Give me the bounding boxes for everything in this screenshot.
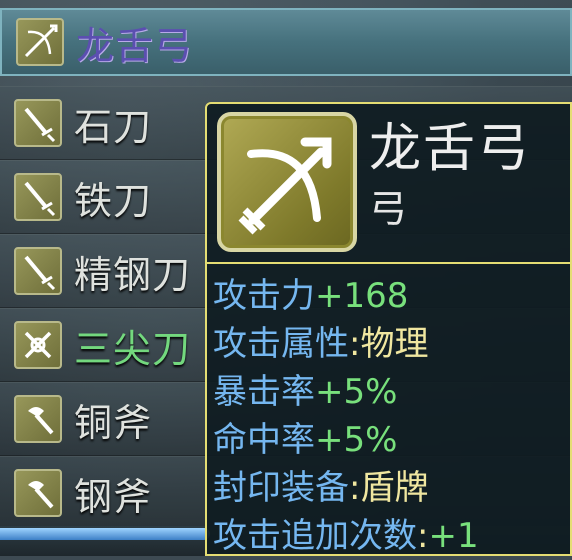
item-name: 石刀 (74, 104, 153, 149)
stat-row-extra-attacks: 攻击追加次数:+1 (213, 512, 572, 560)
stat-key: 命中率 (213, 420, 315, 460)
sword-icon (14, 247, 62, 295)
item-name: 铜斧 (74, 400, 153, 445)
axe-icon (14, 395, 62, 443)
stat-separator: : (349, 468, 361, 508)
trident-icon (14, 321, 62, 369)
stat-value: +168 (315, 276, 409, 316)
stat-value: 盾牌 (360, 468, 429, 508)
axe-icon (14, 469, 62, 517)
stat-list: 攻击力+168 攻击属性:物理 暴击率+5% 命中率+5% 封印装备:盾牌 攻击… (213, 272, 572, 560)
scroll-thumb[interactable] (0, 528, 210, 540)
sword-icon (14, 99, 62, 147)
stat-separator: : (417, 516, 429, 556)
stat-row-seal-equipment: 封印装备:盾牌 (213, 464, 572, 512)
item-name: 精钢刀 (74, 252, 192, 297)
stat-value: +5% (315, 372, 398, 412)
tooltip-title: 龙舌弓 (369, 119, 532, 179)
item-name: 龙舌弓 (76, 23, 194, 68)
tooltip-header: 龙舌弓 弓 (207, 104, 572, 264)
stat-row-crit-rate: 暴击率+5% (213, 368, 572, 416)
stat-row-attack-attribute: 攻击属性:物理 (213, 320, 572, 368)
stat-row-attack: 攻击力+168 (213, 272, 572, 320)
stat-key: 暴击率 (213, 372, 315, 412)
bow-icon (217, 112, 357, 252)
item-name: 钢斧 (74, 474, 153, 519)
list-item-dragon-tongue-bow[interactable]: 龙舌弓 (0, 8, 572, 76)
stat-value: +1 (428, 516, 479, 556)
stat-key: 攻击属性 (213, 324, 349, 364)
stat-value: 物理 (360, 324, 429, 364)
item-name: 铁刀 (74, 178, 153, 223)
stat-row-hit-rate: 命中率+5% (213, 416, 572, 464)
stat-separator: : (349, 324, 361, 364)
tooltip-item-type: 弓 (369, 187, 408, 231)
bow-icon (16, 18, 64, 66)
stat-key: 封印装备 (213, 468, 349, 508)
item-tooltip: 龙舌弓 弓 攻击力+168 攻击属性:物理 暴击率+5% 命中率+5% 封印装备… (205, 102, 572, 556)
sword-icon (14, 173, 62, 221)
item-name: 三尖刀 (74, 326, 192, 371)
divider (207, 262, 570, 264)
stat-value: +5% (315, 420, 398, 460)
stat-key: 攻击力 (213, 276, 315, 316)
stat-key: 攻击追加次数 (213, 516, 417, 556)
